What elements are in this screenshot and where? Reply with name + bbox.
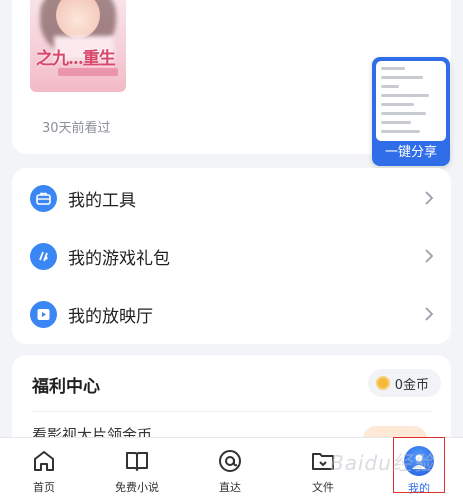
divider <box>32 411 431 412</box>
menu-item-label: 我的工具 <box>68 190 136 211</box>
folder-icon <box>312 453 334 470</box>
chevron-right-icon <box>425 249 434 263</box>
nav-label: 直达 <box>219 481 241 494</box>
play-icon <box>30 300 57 328</box>
nav-label: 免费小说 <box>115 481 159 494</box>
menu-item-label: 我的放映厅 <box>68 306 153 327</box>
last-viewed-text: 30天前看过 <box>42 121 111 136</box>
chevron-right-icon <box>425 307 434 321</box>
menu-item-game-gift[interactable]: 我的游戏礼包 <box>12 227 451 285</box>
share-preview-thumbnail <box>376 61 446 141</box>
highlight-box <box>393 437 445 493</box>
coin-icon <box>375 376 390 390</box>
chevron-right-icon <box>425 191 434 205</box>
nav-item-free-novels[interactable]: 免费小说 <box>92 438 182 500</box>
nav-item-home[interactable]: 首页 <box>0 438 89 500</box>
coin-balance-badge[interactable]: 0金币 <box>367 369 441 397</box>
menu-item-screening-room[interactable]: 我的放映厅 <box>12 285 451 343</box>
welfare-center-title: 福利中心 <box>32 377 100 397</box>
nav-item-direct[interactable]: 直达 <box>185 438 275 500</box>
cover-title: 之九...重生 <box>36 49 116 69</box>
menu-item-tools[interactable]: 我的工具 <box>12 169 451 227</box>
nav-label: 文件 <box>312 481 334 494</box>
menu-item-label: 我的游戏礼包 <box>68 248 170 269</box>
at-icon <box>219 450 241 472</box>
share-panel[interactable]: 一键分享 <box>372 57 450 166</box>
book-cover-thumbnail[interactable]: 之九...重生 <box>30 0 126 92</box>
book-icon <box>126 452 148 471</box>
game-gift-icon <box>30 242 57 270</box>
share-button-label[interactable]: 一键分享 <box>372 141 450 160</box>
nav-item-files[interactable]: 文件 <box>278 438 368 500</box>
nav-label: 首页 <box>33 481 55 494</box>
menu-card: 我的工具 我的游戏礼包 我的放映厅 <box>12 168 451 344</box>
home-icon <box>34 451 54 471</box>
toolbox-icon <box>30 184 57 212</box>
cover-subtitle-strip <box>58 68 118 76</box>
coin-balance-text: 0金币 <box>394 377 429 393</box>
